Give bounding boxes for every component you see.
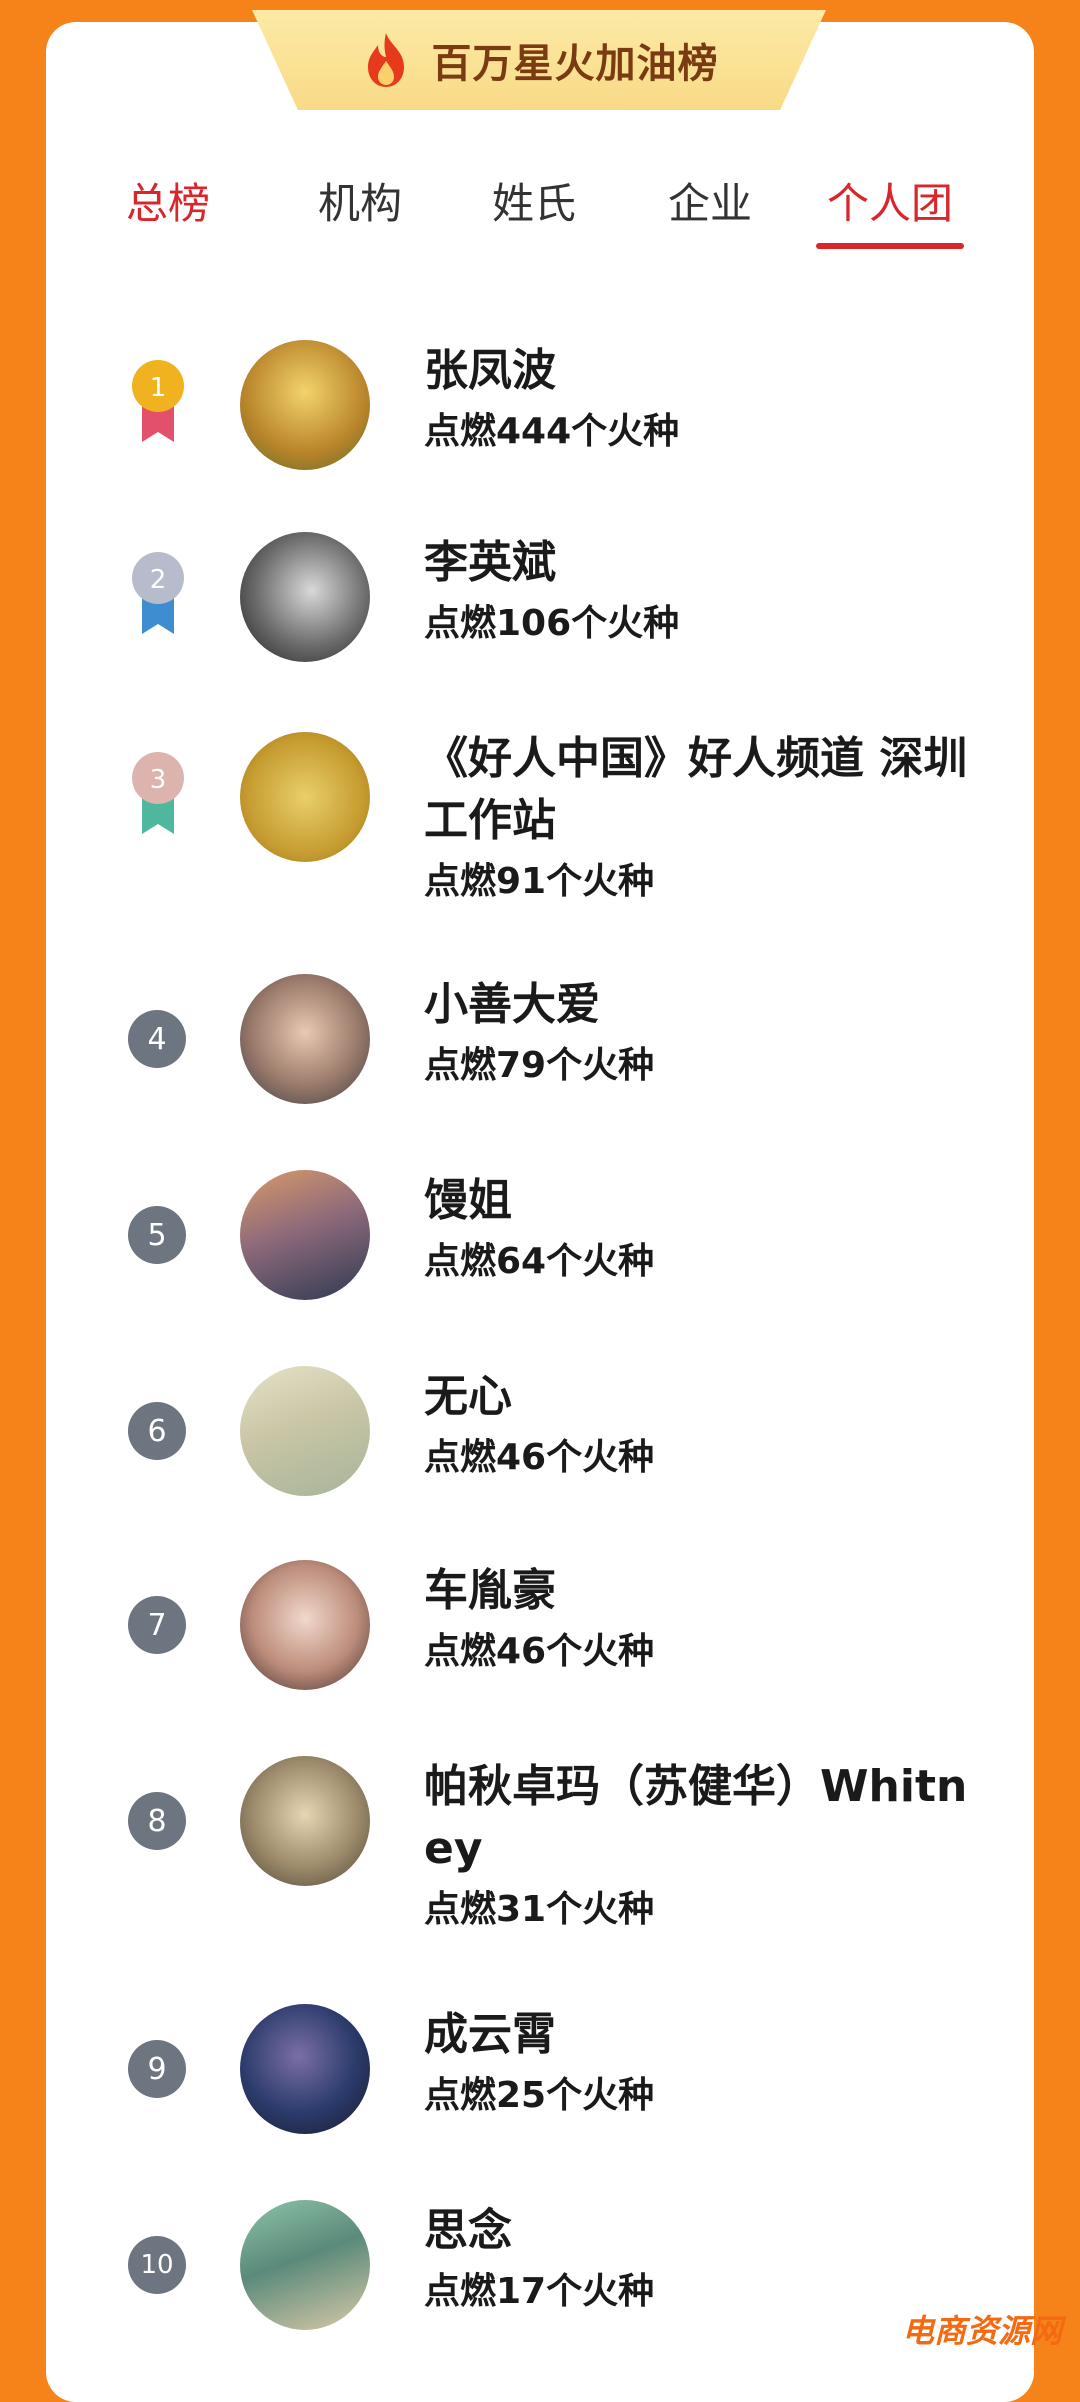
participant-name: 成云霄	[424, 2009, 556, 2060]
participant-name: 小善大爱	[424, 979, 600, 1030]
tab-personal-group[interactable]: 个人团	[816, 170, 964, 249]
avatar[interactable]	[240, 732, 370, 862]
tab-overall[interactable]: 总榜	[126, 170, 210, 231]
avatar[interactable]	[240, 340, 370, 470]
spark-count: 点燃64个火种	[424, 1241, 655, 1282]
avatar[interactable]	[240, 2004, 370, 2134]
leaderboard-banner: 百万星火加油榜	[252, 10, 826, 110]
spark-count: 点燃17个火种	[424, 2271, 655, 2312]
tab-label: 总榜	[126, 179, 211, 228]
participant-name: 无心	[424, 1371, 512, 1422]
active-tab-indicator	[816, 243, 964, 249]
rank-number: 3	[150, 765, 167, 795]
spark-count: 点燃444个火种	[424, 411, 680, 452]
bronze-medal-icon: 3	[132, 752, 184, 834]
tab-label: 机构	[318, 179, 403, 228]
tab-enterprise[interactable]: 企业	[668, 170, 752, 231]
participant-name: 馒姐	[424, 1175, 512, 1226]
avatar[interactable]	[240, 1366, 370, 1496]
rank-badge: 4	[128, 1010, 186, 1068]
category-tabs: 总榜 机构 姓氏 企业 个人团	[46, 170, 1034, 249]
spark-count: 点燃31个火种	[424, 1889, 655, 1930]
gold-medal-icon: 1	[132, 360, 184, 442]
participant-name: 思念	[424, 2205, 512, 2256]
avatar[interactable]	[240, 974, 370, 1104]
participant-name: 李英斌	[424, 537, 556, 588]
participant-name: 张凤波	[424, 345, 556, 396]
avatar[interactable]	[240, 2200, 370, 2330]
rank-badge: 8	[128, 1792, 186, 1850]
rank-badge: 9	[128, 2040, 186, 2098]
avatar[interactable]	[240, 1170, 370, 1300]
rank-badge: 6	[128, 1402, 186, 1460]
spark-count: 点燃91个火种	[424, 861, 655, 902]
avatar[interactable]	[240, 1560, 370, 1690]
rank-badge: 7	[128, 1596, 186, 1654]
tab-label: 个人团	[826, 179, 953, 228]
rank-number: 1	[150, 373, 167, 403]
spark-count: 点燃46个火种	[424, 1631, 655, 1672]
spark-count: 点燃25个火种	[424, 2075, 655, 2116]
participant-name: 车胤豪	[424, 1565, 556, 1616]
banner-title: 百万星火加油榜	[431, 41, 719, 87]
flame-icon	[367, 33, 404, 87]
participant-name: 帕秋卓玛（苏健华）Whitney	[424, 1761, 968, 1874]
tab-organization[interactable]: 机构	[318, 170, 402, 231]
spark-count: 点燃79个火种	[424, 1045, 655, 1086]
tab-surname[interactable]: 姓氏	[492, 170, 576, 231]
spark-count: 点燃46个火种	[424, 1437, 655, 1478]
rank-badge: 5	[128, 1206, 186, 1264]
avatar[interactable]	[240, 532, 370, 662]
spark-count: 点燃106个火种	[424, 603, 680, 644]
tab-label: 姓氏	[492, 179, 577, 228]
watermark: 电商资源网	[901, 2312, 1062, 2350]
silver-medal-icon: 2	[132, 552, 184, 634]
rank-number: 2	[150, 565, 167, 595]
rank-badge: 10	[128, 2236, 186, 2294]
avatar[interactable]	[240, 1756, 370, 1886]
participant-name: 《好人中国》好人频道 深圳工作站	[424, 733, 968, 846]
tab-label: 企业	[668, 179, 753, 228]
